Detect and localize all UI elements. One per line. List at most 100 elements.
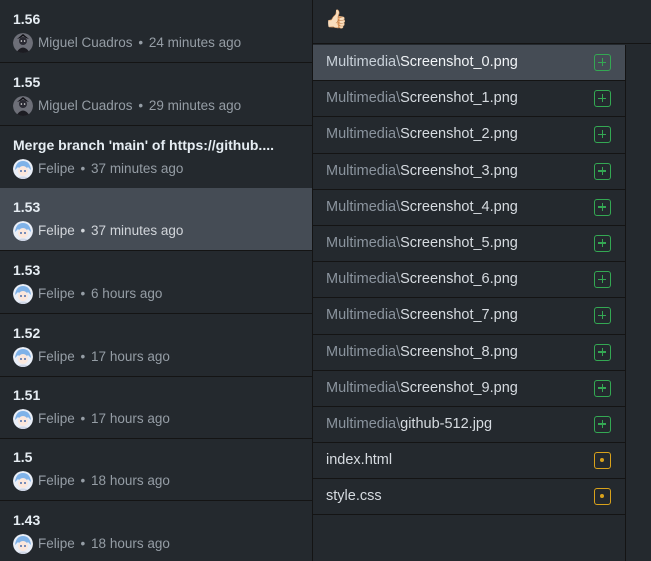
file-added-icon <box>594 126 611 144</box>
commit-author: Miguel Cuadros <box>38 35 133 50</box>
file-name: Screenshot_1.png <box>400 90 518 107</box>
commit-time: 18 hours ago <box>91 473 170 488</box>
commit-summary: Merge branch 'main' of https://github...… <box>13 137 274 153</box>
file-name: Screenshot_8.png <box>400 343 518 360</box>
file-path: Multimedia\github-512.jpg <box>326 416 492 432</box>
avatar <box>13 409 33 429</box>
commit-row[interactable]: 1.5 Felipe • 18 hours ago <box>0 438 312 501</box>
file-path: Multimedia\Screenshot_7.png <box>326 307 518 323</box>
file-added-icon <box>594 162 611 180</box>
file-added-icon <box>594 90 611 108</box>
file-added-icon <box>594 379 611 397</box>
commit-row[interactable]: 1.51 Felipe • 17 hours ago <box>0 376 312 439</box>
commit-row[interactable]: 1.56 Miguel Cuadros • 24 minutes ago <box>0 0 312 63</box>
file-directory: Multimedia\ <box>326 54 401 70</box>
file-path: Multimedia\Screenshot_9.png <box>326 380 518 396</box>
changed-file-row[interactable]: Multimedia\github-512.jpg <box>313 407 625 444</box>
file-path: Multimedia\Screenshot_0.png <box>326 54 518 70</box>
commit-author: Felipe <box>38 349 75 364</box>
file-name: index.html <box>326 452 393 469</box>
avatar <box>13 471 33 491</box>
file-added-icon <box>594 415 611 433</box>
commit-summary: 1.51 <box>13 387 41 403</box>
commit-row[interactable]: 1.53 Felipe • 6 hours ago <box>0 251 312 314</box>
meta-separator: • <box>80 473 86 488</box>
file-directory: Multimedia\ <box>326 90 401 107</box>
commit-summary: 1.43 <box>13 512 41 528</box>
avatar <box>13 33 33 53</box>
meta-separator: • <box>80 161 86 176</box>
file-name: style.css <box>326 488 382 505</box>
meta-separator: • <box>80 349 86 364</box>
file-directory: Multimedia\ <box>326 162 401 179</box>
file-name: Screenshot_7.png <box>400 307 518 324</box>
commit-time: 37 minutes ago <box>91 161 184 176</box>
file-added-icon <box>594 54 611 71</box>
commit-summary: 1.53 <box>13 199 41 215</box>
file-path: Multimedia\Screenshot_2.png <box>326 126 518 142</box>
commit-summary: 1.53 <box>13 262 41 278</box>
commit-author: Felipe <box>38 536 75 551</box>
commit-author: Miguel Cuadros <box>38 98 133 113</box>
changed-file-row[interactable]: Multimedia\Screenshot_8.png <box>313 335 625 371</box>
file-directory: Multimedia\ <box>326 307 401 324</box>
file-path: Multimedia\Screenshot_5.png <box>326 235 518 251</box>
avatar <box>13 159 33 179</box>
changed-file-row[interactable]: Multimedia\Screenshot_3.png <box>313 154 625 190</box>
commit-row[interactable]: 1.52 Felipe • 17 hours ago <box>0 314 312 377</box>
file-modified-icon <box>594 488 611 506</box>
changed-file-row[interactable]: Multimedia\Screenshot_4.png <box>313 190 625 226</box>
file-name: Screenshot_3.png <box>400 162 518 179</box>
commit-row[interactable]: Merge branch 'main' of https://github...… <box>0 126 312 189</box>
file-directory: Multimedia\ <box>326 379 401 396</box>
commit-summary: 1.55 <box>13 74 41 90</box>
file-path: style.css <box>326 488 382 504</box>
commit-meta: Felipe • 6 hours ago <box>38 286 162 301</box>
meta-separator: • <box>138 98 144 113</box>
file-directory: Multimedia\ <box>326 198 401 215</box>
avatar <box>13 221 33 241</box>
changed-file-row[interactable]: style.css <box>313 479 625 516</box>
diff-scroll-gutter[interactable] <box>625 45 651 561</box>
avatar <box>13 347 33 367</box>
commit-row[interactable]: 1.55 Miguel Cuadros • 29 minutes ago <box>0 63 312 126</box>
file-added-icon <box>594 343 611 361</box>
changed-file-row[interactable]: Multimedia\Screenshot_7.png <box>313 298 625 335</box>
changed-file-row[interactable]: Multimedia\Screenshot_2.png <box>313 117 625 154</box>
file-path: Multimedia\Screenshot_1.png <box>326 90 518 106</box>
commit-author: Felipe <box>38 161 75 176</box>
commit-summary: 1.56 <box>13 11 41 27</box>
meta-separator: • <box>80 223 86 238</box>
file-directory: Multimedia\ <box>326 271 401 288</box>
commit-author: Felipe <box>38 223 75 238</box>
file-name: Screenshot_5.png <box>400 234 518 251</box>
commit-meta: Felipe • 18 hours ago <box>38 536 170 551</box>
meta-separator: • <box>80 411 86 426</box>
commit-meta: Felipe • 37 minutes ago <box>38 161 183 176</box>
changed-file-row[interactable]: Multimedia\Screenshot_0.png <box>313 45 625 82</box>
file-modified-icon <box>594 452 611 470</box>
changed-file-row[interactable]: Multimedia\Screenshot_6.png <box>313 262 625 299</box>
commit-time: 17 hours ago <box>91 411 170 426</box>
commit-summary: 1.52 <box>13 325 41 341</box>
file-name: github-512.jpg <box>400 415 493 432</box>
avatar <box>13 96 33 116</box>
commit-meta: Felipe • 17 hours ago <box>38 349 170 364</box>
commit-time: 37 minutes ago <box>91 223 184 238</box>
commit-row[interactable]: 1.43 Felipe • 18 hours ago <box>0 501 312 561</box>
commit-meta: Miguel Cuadros • 24 minutes ago <box>38 35 241 50</box>
avatar <box>13 534 33 554</box>
changed-file-row[interactable]: Multimedia\Screenshot_1.png <box>313 81 625 118</box>
file-added-icon <box>594 198 611 216</box>
thumbs-up-icon: 👍🏻 <box>325 9 348 29</box>
commit-row[interactable]: 1.53 Felipe • 37 minutes ago <box>0 188 312 251</box>
changed-file-row[interactable]: Multimedia\Screenshot_5.png <box>313 226 625 263</box>
file-name: Screenshot_2.png <box>400 126 518 143</box>
commit-meta: Felipe • 17 hours ago <box>38 411 170 426</box>
changed-file-row[interactable]: index.html <box>313 443 625 480</box>
commit-time: 6 hours ago <box>91 286 163 301</box>
commit-author: Felipe <box>38 411 75 426</box>
file-added-icon <box>594 271 611 289</box>
changed-file-row[interactable]: Multimedia\Screenshot_9.png <box>313 371 625 407</box>
commit-details-panel: 👍🏻 Multimedia\Screenshot_0.png Multimedia… <box>312 0 651 561</box>
